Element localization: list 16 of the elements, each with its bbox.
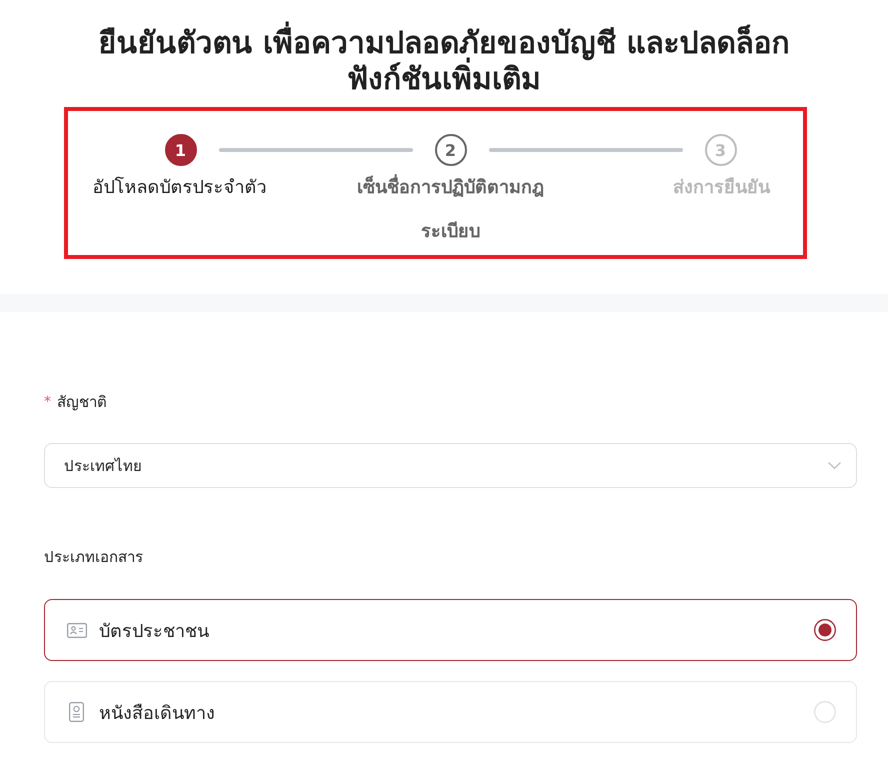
page-title: ยืนยันตัวตน เพื่อความปลอดภัยของบัญชี และปลดล็อกฟังก์ชันเพิ่มเติม [64,0,824,98]
document-option[interactable]: หนังสือเดินทาง [44,681,857,743]
step-number: 1 [164,134,196,166]
chevron-down-icon [828,462,841,469]
person-document-icon [69,702,84,722]
nationality-select[interactable]: ประเทศไทย [44,443,857,488]
step-label: เซ็นชื่อการปฏิบัติตามกฎระเบียบ [332,166,568,254]
step-number: 2 [434,134,466,166]
step-number: 3 [704,134,736,166]
document-option[interactable]: บัตรประชาชน [44,599,857,661]
field-label: ประเภทเอกสาร [44,547,143,568]
required-mark: * [44,393,51,412]
id-card-icon [67,622,87,638]
step-label: ส่งการยืนยัน [673,176,770,200]
field-label: สัญชาติ [57,392,107,413]
step-label: อัปโหลดบัตรประจำตัว [92,176,266,200]
